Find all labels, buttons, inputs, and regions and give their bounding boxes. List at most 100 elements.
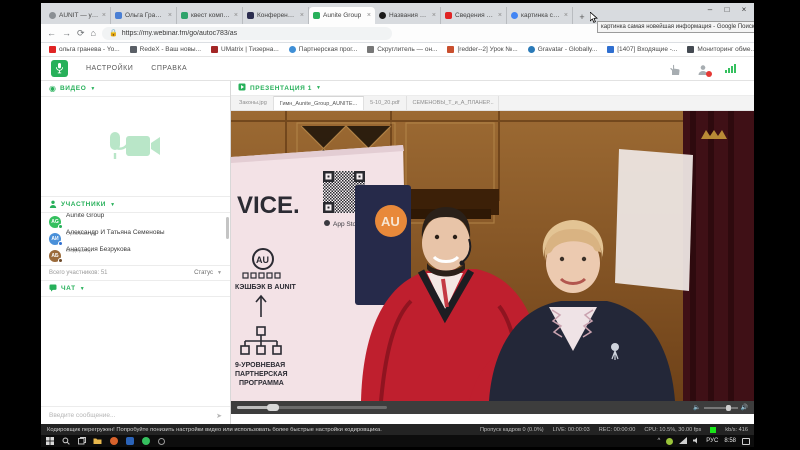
settings-gear-icon[interactable]: [157, 437, 166, 446]
home-icon[interactable]: ⌂: [91, 28, 96, 38]
tab-title: Названия и игры: [389, 12, 429, 19]
task-view-icon[interactable]: [77, 437, 86, 446]
url-text[interactable]: https://my.webinar.fm/go/autoc783/as: [122, 30, 237, 37]
tab-close-icon[interactable]: ×: [168, 12, 172, 19]
reload-icon[interactable]: ⟳: [77, 28, 85, 38]
tab-close-icon[interactable]: ×: [102, 12, 106, 19]
mute-icon[interactable]: 🔈: [693, 404, 700, 411]
participants-scrollbar[interactable]: [226, 217, 229, 239]
volume-slider[interactable]: [703, 404, 738, 411]
bookmark-item[interactable]: [1407] Входящие -...: [607, 46, 677, 53]
conference-icon: [247, 12, 254, 19]
volume-handle[interactable]: [725, 404, 731, 411]
browser-tab[interactable]: AUNIT — универ ×: [45, 7, 111, 24]
webinar-video-frame: VICE. App Store AU КЭШБЭК В AUNIT 9-УРОВ…: [231, 111, 754, 401]
bookmark-item[interactable]: [redder--2] Урок №...: [447, 46, 518, 53]
participant-alert-icon[interactable]: [697, 63, 712, 77]
bookmark-item[interactable]: Скруглитель — он...: [367, 46, 437, 53]
seek-handle[interactable]: [267, 404, 279, 411]
browser-tab[interactable]: Сведения о виде ×: [441, 7, 507, 24]
participant-name: Александр И Татьяна Семеновы: [66, 228, 165, 236]
bookmark-item[interactable]: ольга гранева - Yo...: [49, 46, 120, 53]
search-icon[interactable]: [61, 437, 70, 446]
chat-message-input[interactable]: [49, 412, 213, 419]
chat-section-header[interactable]: ЧАТ ▼: [41, 281, 230, 297]
chevron-down-icon: ▼: [90, 85, 96, 92]
network-icon[interactable]: [679, 436, 688, 446]
presentation-header[interactable]: ПРЕЗЕНТАЦИЯ 1 ▼: [231, 81, 754, 96]
bookmark-item[interactable]: Мониторинг обме...: [687, 46, 754, 53]
status-filter-dropdown[interactable]: Статус ▼: [194, 270, 222, 276]
send-icon[interactable]: ➤: [216, 412, 222, 420]
file-tab[interactable]: СЕМЕНОВЫ_Т_и_А_ПЛАНЕР...: [407, 96, 499, 110]
clock[interactable]: 8:58: [724, 438, 736, 444]
tab-title: картинка самая н: [521, 12, 561, 19]
maximize-button[interactable]: □: [719, 4, 735, 17]
tab-close-icon[interactable]: ×: [300, 12, 304, 19]
windows-taskbar: ^ РУС 8:58: [41, 435, 754, 447]
tab-close-icon[interactable]: ×: [367, 12, 371, 19]
circle-icon: [379, 12, 386, 19]
tab-close-icon[interactable]: ×: [234, 12, 238, 19]
menu-settings[interactable]: НАСТРОЙКИ: [86, 65, 133, 72]
minimize-button[interactable]: –: [702, 4, 718, 17]
video-preview-empty: [41, 97, 230, 197]
connection-quality-icon[interactable]: [725, 64, 736, 73]
word-app-icon[interactable]: [125, 437, 134, 446]
chat-section-title: ЧАТ: [61, 285, 76, 292]
browser-tab[interactable]: Ольга Гранева ×: [111, 7, 177, 24]
presentation-file-tabs: Законы.jpg Гимн_Aunite_Group_AUNITE... 5…: [231, 96, 754, 111]
start-button[interactable]: [45, 437, 54, 446]
speaker-icon[interactable]: 🔊: [741, 404, 748, 411]
browser-tab[interactable]: картинка самая н ×: [507, 7, 573, 24]
browser-tab[interactable]: квест компании ×: [177, 7, 243, 24]
video-section-header[interactable]: ◉ ВИДЕО ▼: [41, 81, 230, 97]
live-timer: LIVE: 00:00:03: [552, 426, 590, 433]
forward-icon[interactable]: →: [62, 28, 71, 38]
tab-title: Конференцзвони: [257, 12, 297, 19]
umatrix-icon: [211, 46, 219, 53]
browser-tab[interactable]: Конференцзвони ×: [243, 7, 309, 24]
tab-close-icon[interactable]: ×: [498, 12, 502, 19]
presentation-area: ПРЕЗЕНТАЦИЯ 1 ▼ Законы.jpg Гимн_Aunite_G…: [231, 81, 754, 424]
tray-chevron-up-icon[interactable]: ^: [657, 438, 660, 444]
bookmark-item[interactable]: Gravatar - Globally...: [527, 46, 597, 53]
language-indicator[interactable]: РУС: [706, 438, 718, 444]
menu-help[interactable]: СПРАВКА: [151, 65, 187, 72]
encoder-status-bar: Кодировщик перегружен! Попробуйте понизи…: [41, 424, 754, 435]
participants-section-title: УЧАСТНИКИ: [61, 201, 107, 208]
file-tab[interactable]: Законы.jpg: [233, 96, 274, 110]
volume-tray-icon[interactable]: [693, 437, 700, 446]
whatsapp-icon[interactable]: [141, 437, 150, 446]
browser-tab[interactable]: Названия и игры ×: [375, 7, 441, 24]
omnibox[interactable]: 🔒 https://my.webinar.fm/go/autoc783/as: [101, 26, 392, 40]
webinar-logo-mic-icon[interactable]: [51, 60, 68, 77]
redex-icon: [129, 46, 137, 53]
chat-messages-empty[interactable]: [41, 297, 230, 406]
back-icon[interactable]: ←: [47, 28, 56, 38]
participants-section-header[interactable]: УЧАСТНИКИ ▼: [41, 197, 230, 213]
tab-close-icon[interactable]: ×: [564, 12, 568, 19]
bookmark-item[interactable]: Партнерская прог...: [288, 46, 357, 53]
new-tab-button[interactable]: +: [575, 10, 589, 24]
status-filter-label: Статус: [194, 270, 214, 276]
camera-icon: ◉: [49, 83, 56, 93]
monitor-icon: [687, 46, 695, 53]
close-button[interactable]: ×: [736, 4, 752, 17]
browser-tab-active[interactable]: Aunite Group ×: [309, 7, 375, 24]
participants-list[interactable]: AG Aunite Group Организатор АИ Александр …: [41, 213, 230, 265]
seek-bar[interactable]: [237, 404, 387, 411]
bookmark-item[interactable]: RedeX - Ваш новы...: [129, 46, 201, 53]
raise-hand-icon[interactable]: [669, 63, 681, 75]
alert-badge: [706, 70, 712, 77]
notification-center-icon[interactable]: [742, 437, 750, 445]
tab-close-icon[interactable]: ×: [432, 12, 436, 19]
file-tab-active[interactable]: Гимн_Aunite_Group_AUNITE...: [273, 96, 365, 110]
file-explorer-icon[interactable]: [93, 437, 102, 446]
tray-app-icon[interactable]: [666, 437, 674, 445]
tab-tooltip: картинка самая новейшая информация - Goo…: [597, 21, 754, 33]
bookmark-item[interactable]: UMatrix | Тизерна...: [211, 46, 279, 53]
browser-app-icon[interactable]: [109, 437, 118, 446]
file-tab[interactable]: 5-10_20.pdf: [364, 96, 407, 110]
bookmark-label: [1407] Входящие -...: [617, 46, 678, 53]
